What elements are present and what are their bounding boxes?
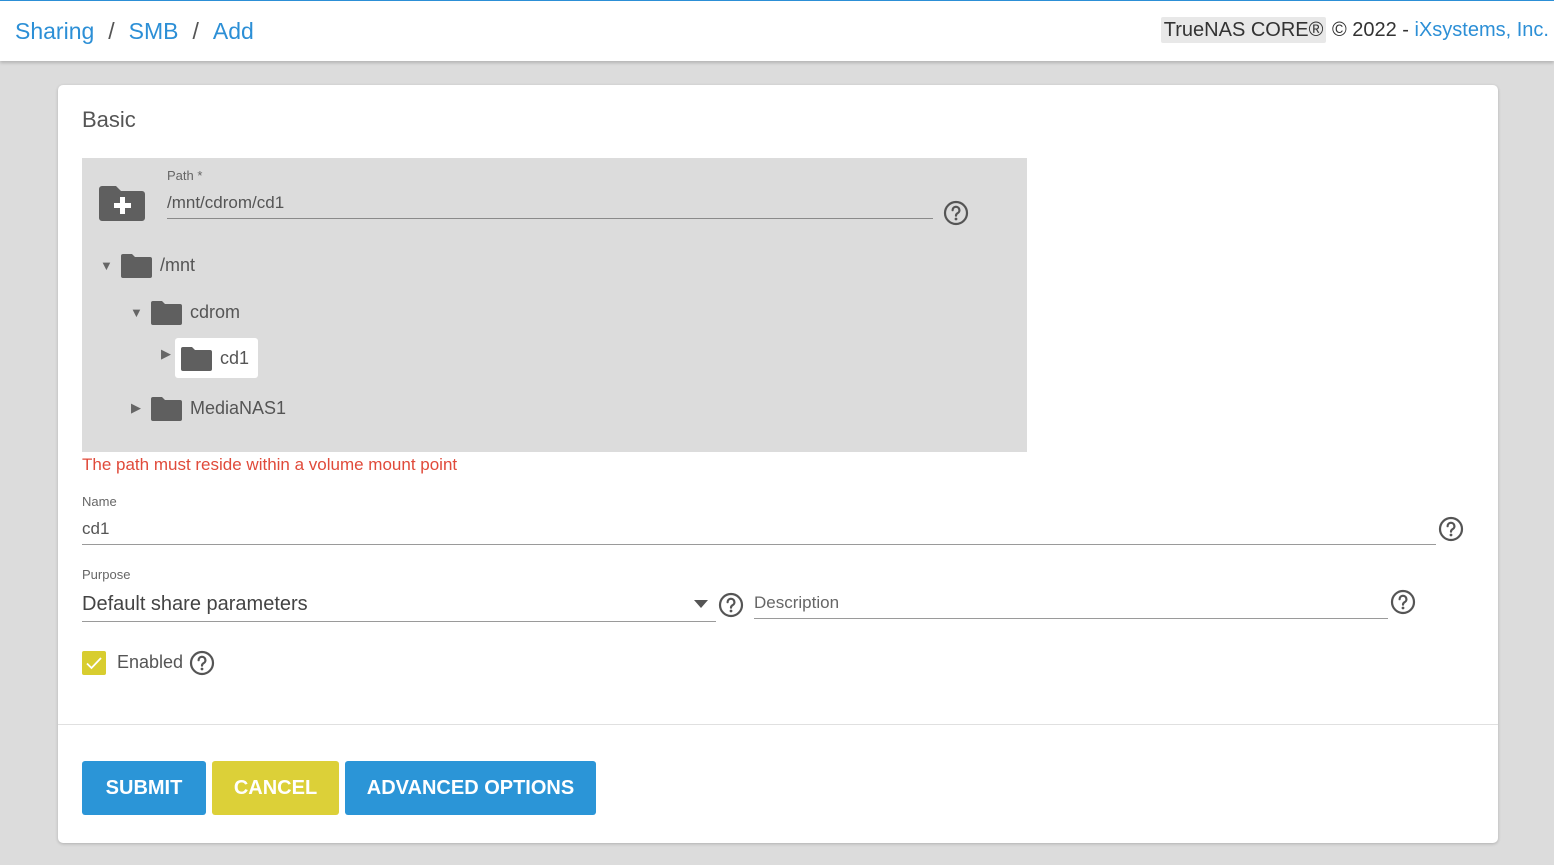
name-label: Name (82, 494, 117, 509)
breadcrumb-smb[interactable]: SMB (129, 18, 179, 44)
create-dataset-icon[interactable] (99, 183, 146, 221)
company-link[interactable]: iXsystems, Inc. (1415, 19, 1549, 41)
path-explorer: Path * ▼ /mnt ▼ cdrom ▶ cd1 ▶ MediaNAS1 (82, 158, 1027, 452)
breadcrumb-separator: / (108, 18, 115, 44)
path-label: Path * (167, 168, 203, 183)
top-bar: Sharing / SMB / Add TrueNAS CORE® © 2022 - i… (0, 0, 1554, 61)
purpose-help-icon[interactable] (718, 592, 744, 618)
purpose-label: Purpose (82, 567, 131, 582)
product-name: TrueNAS CORE® (1160, 17, 1327, 43)
folder-icon (121, 253, 152, 278)
tree-node-mnt[interactable]: ▼ /mnt (100, 249, 195, 281)
tree-node-label: cd1 (220, 347, 250, 368)
breadcrumb-separator: / (192, 18, 199, 44)
tree-node-medianas1[interactable]: ▶ MediaNAS1 (130, 392, 286, 424)
name-help-icon[interactable] (1438, 516, 1464, 542)
enabled-checkbox[interactable] (82, 651, 106, 675)
description-input[interactable] (754, 587, 1388, 619)
collapse-arrow-icon[interactable]: ▼ (130, 305, 143, 320)
dropdown-caret-icon[interactable] (694, 600, 708, 608)
path-help-icon[interactable] (943, 200, 969, 226)
folder-icon (151, 396, 182, 421)
submit-button[interactable]: SUBMIT (82, 761, 206, 815)
advanced-options-button[interactable]: ADVANCED OPTIONS (345, 761, 596, 815)
tree-node-label: MediaNAS1 (190, 397, 287, 418)
expand-arrow-icon[interactable]: ▶ (160, 346, 172, 362)
tree-node-label: /mnt (160, 254, 196, 275)
breadcrumb-add[interactable]: Add (213, 18, 254, 44)
expand-arrow-icon[interactable]: ▶ (130, 400, 142, 416)
path-input[interactable] (167, 188, 933, 219)
purpose-selected-value: Default share parameters (82, 592, 308, 615)
description-help-icon[interactable] (1390, 589, 1416, 615)
purpose-select[interactable]: Default share parameters (82, 587, 716, 622)
copyright-text: © 2022 - (1331, 19, 1409, 41)
tree-node-cd1[interactable]: cd1 (175, 338, 259, 378)
enabled-help-icon[interactable] (189, 650, 215, 676)
cancel-button[interactable]: CANCEL (212, 761, 339, 815)
collapse-arrow-icon[interactable]: ▼ (100, 258, 113, 273)
breadcrumb: Sharing / SMB / Add (15, 18, 254, 45)
form-card: Basic Path * ▼ /mnt ▼ cdrom ▶ cd (58, 85, 1498, 843)
tree-node-label: cdrom (190, 301, 241, 322)
enabled-label: Enabled (117, 652, 184, 672)
tree-node-cdrom[interactable]: ▼ cdrom (130, 296, 240, 328)
section-title: Basic (82, 107, 136, 132)
tree-node-cd1-toggle-row[interactable]: ▶ (160, 338, 172, 370)
name-input[interactable] (82, 514, 1436, 545)
folder-icon (151, 300, 182, 325)
checkmark-icon (86, 657, 102, 670)
breadcrumb-sharing[interactable]: Sharing (15, 18, 94, 44)
copyright: TrueNAS CORE® © 2022 - iXsystems, Inc. (1160, 17, 1549, 43)
divider (58, 724, 1498, 725)
path-error-message: The path must reside within a volume mou… (82, 455, 458, 474)
folder-icon (181, 346, 212, 371)
